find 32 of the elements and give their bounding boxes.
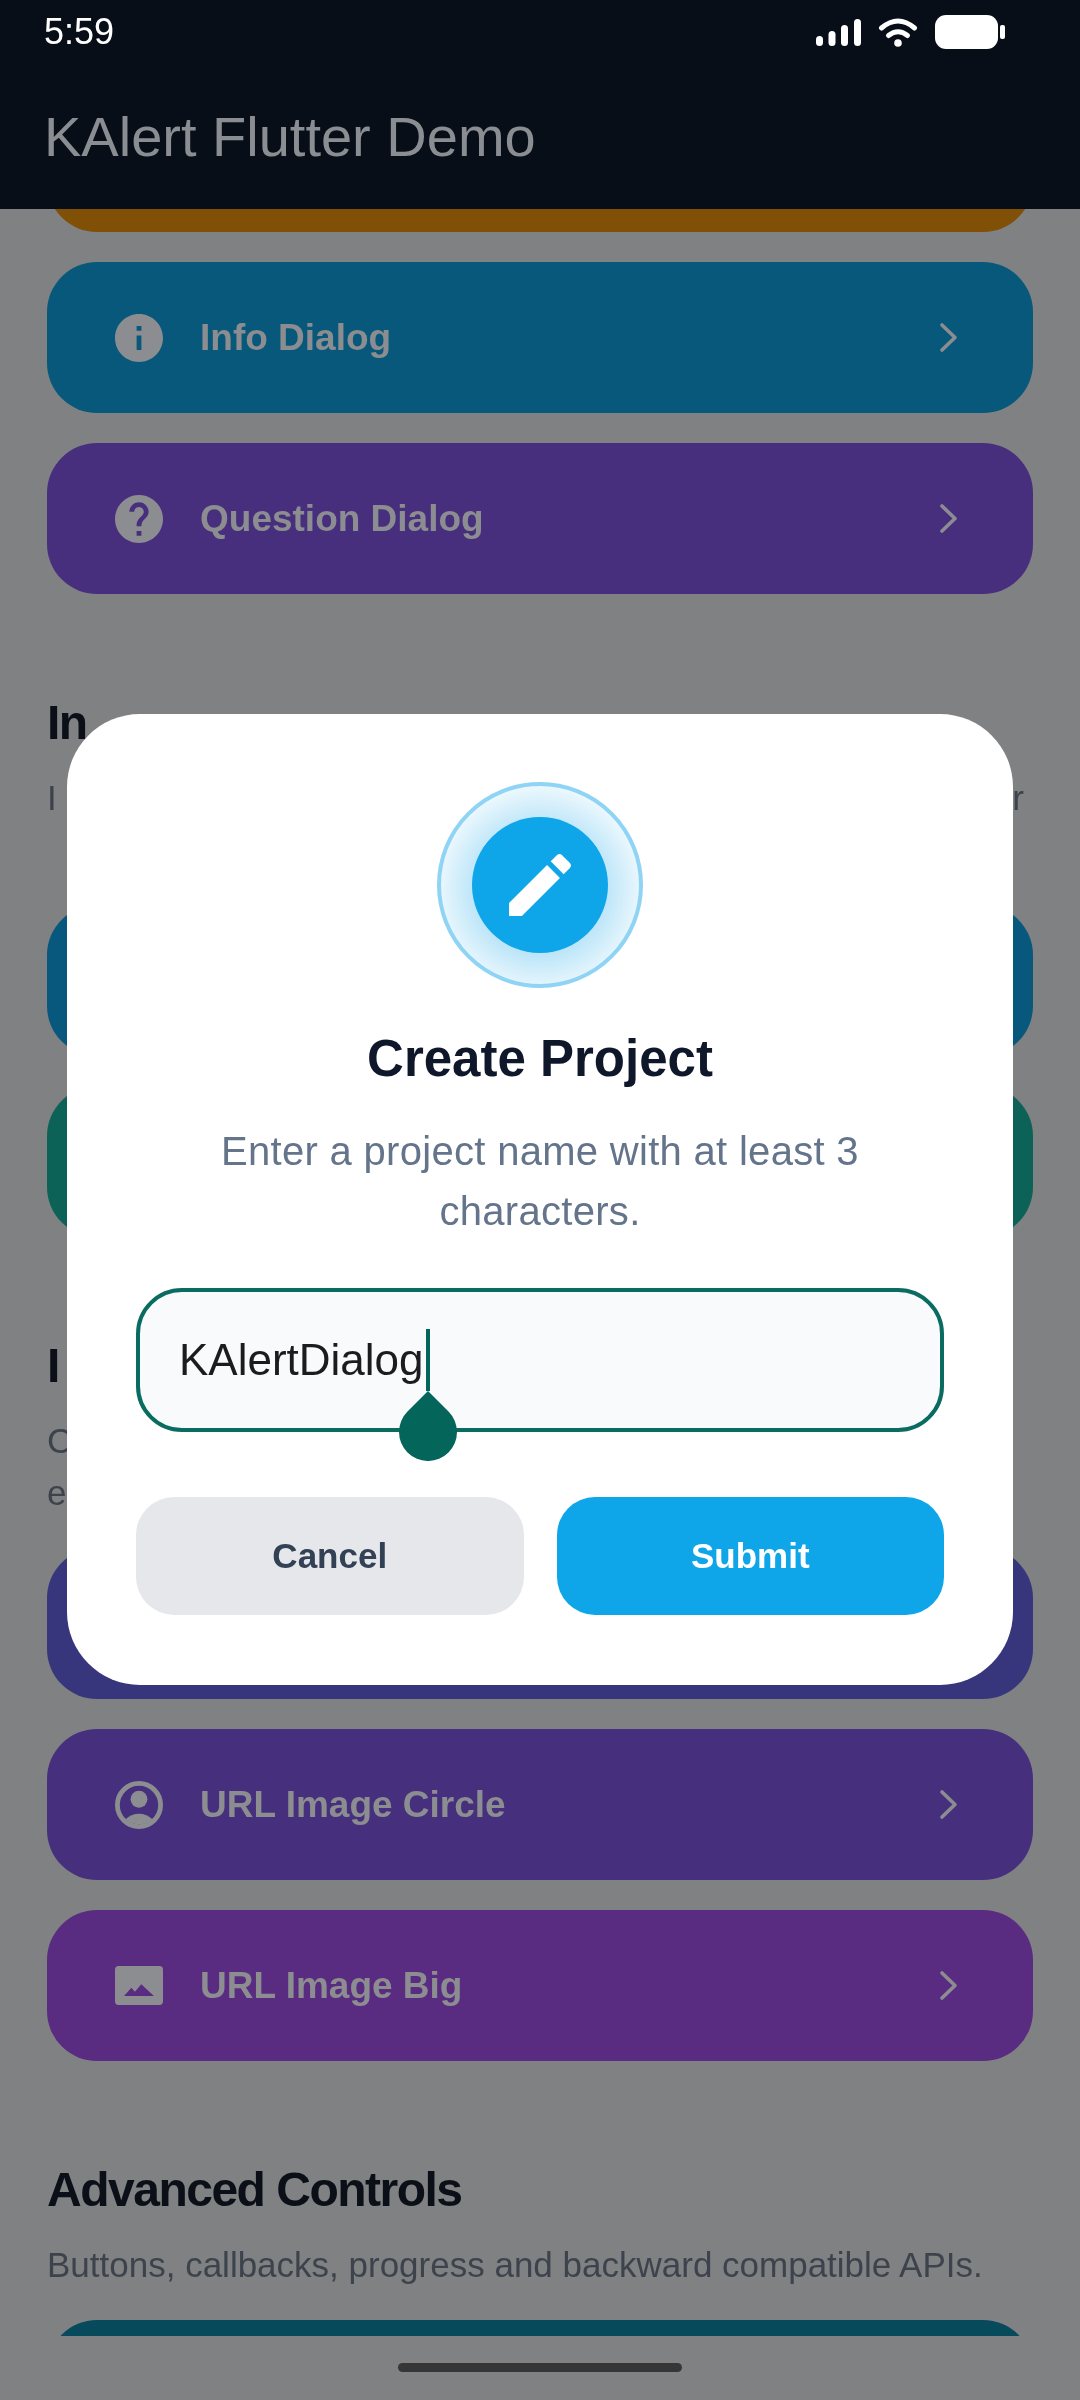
cancel-button[interactable]: Cancel [136, 1497, 524, 1615]
submit-button[interactable]: Submit [556, 1497, 944, 1615]
signal-icon [816, 18, 861, 46]
text-input[interactable]: KAlertDialog [136, 1288, 944, 1432]
chevron-right-icon [939, 322, 958, 353]
list-card[interactable]: Question Dialog [47, 443, 1033, 594]
dialog-message: Enter a project name with at least 3 characters. [220, 1128, 860, 1235]
status-time: 5:59 [44, 11, 115, 53]
chevron-right-icon [939, 503, 958, 534]
section-description: r [1012, 777, 1024, 819]
selection-handle-icon[interactable] [398, 1391, 457, 1461]
section-description: Buttons, callbacks, progress and backward compatible APIs. [47, 2244, 983, 2286]
section-heading: In [47, 695, 87, 751]
question-icon [115, 494, 163, 543]
section-heading: I [47, 1338, 59, 1394]
dialog-title: Create Project [367, 1029, 713, 1089]
app-title: KAlert Flutter Demo [44, 104, 536, 169]
pencil-icon [437, 782, 643, 988]
text-cursor-icon [425, 1329, 430, 1391]
list-card[interactable]: URL Image Circle [47, 1729, 1033, 1880]
battery-icon [935, 15, 1005, 49]
image-icon [115, 1964, 163, 2007]
list-card[interactable]: Info Dialog [47, 262, 1033, 413]
section-description: I [47, 777, 57, 819]
person-circle-icon [115, 1780, 163, 1829]
list-card[interactable]: URL Image Big [47, 1910, 1033, 2061]
section-heading: Advanced Controls [47, 2162, 462, 2218]
info-icon [115, 313, 163, 362]
chevron-right-icon [939, 1789, 958, 1820]
chevron-right-icon [939, 1970, 958, 2001]
section-description: e [47, 1472, 67, 1514]
wifi-icon [877, 17, 919, 47]
